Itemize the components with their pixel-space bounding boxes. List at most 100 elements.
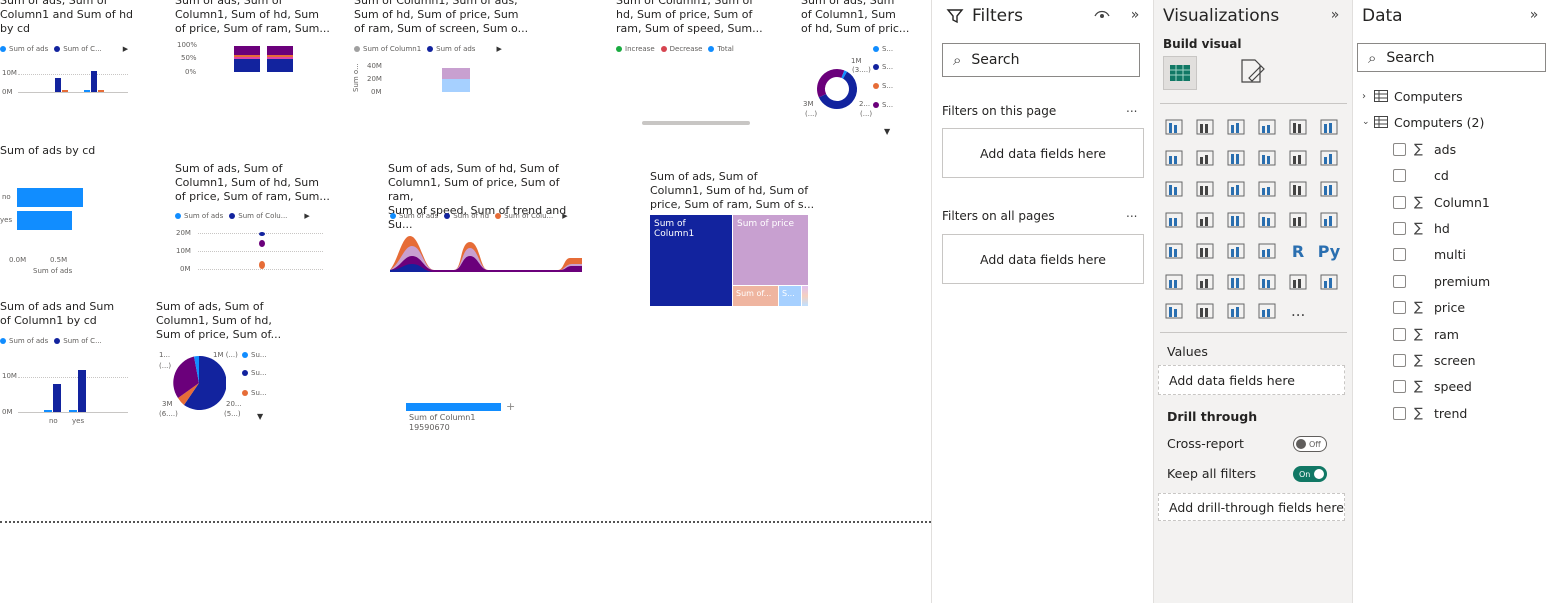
field-ads[interactable]: ∑ ads <box>1393 139 1456 159</box>
100-percent-column-chart-icon[interactable] <box>1318 116 1340 138</box>
bar[interactable] <box>442 79 470 92</box>
field-ram[interactable]: ∑ ram <box>1393 324 1459 344</box>
field-checkbox[interactable] <box>1393 195 1406 209</box>
table-computers[interactable]: › Computers <box>1362 86 1463 106</box>
field-trend[interactable]: ∑ trend <box>1393 403 1467 423</box>
keep-all-filters-toggle[interactable]: On <box>1293 466 1327 482</box>
funnel-chart-icon[interactable] <box>1194 178 1216 200</box>
bar[interactable] <box>17 188 83 207</box>
values-dropzone[interactable]: Add data fields here <box>1158 365 1345 395</box>
more-options-icon[interactable]: ... <box>1126 206 1137 220</box>
data-point[interactable] <box>259 232 265 236</box>
clustered-column-chart-icon[interactable] <box>1256 116 1278 138</box>
treemap-tile[interactable]: Sum of price <box>733 215 808 285</box>
ribbon-chart-icon[interactable] <box>1318 147 1340 169</box>
field-column1[interactable]: ∑ Column1 <box>1393 192 1490 212</box>
field-checkbox[interactable] <box>1393 247 1406 261</box>
line-column-chart-icon[interactable] <box>1256 147 1278 169</box>
multi-row-card-icon[interactable] <box>1318 209 1340 231</box>
bar[interactable] <box>53 384 61 412</box>
more-options-icon[interactable]: ... <box>1126 101 1137 115</box>
collapse-visualizations-icon[interactable]: » <box>1326 6 1344 24</box>
chevron-visual-icon[interactable] <box>1256 300 1278 322</box>
bar[interactable] <box>91 71 97 92</box>
field-checkbox[interactable] <box>1393 327 1406 341</box>
python-visual-icon[interactable]: Py <box>1318 240 1340 262</box>
field-checkbox[interactable] <box>1393 406 1406 420</box>
collapse-chevron-icon[interactable]: ⌄ <box>1362 117 1374 127</box>
expand-icon[interactable]: + <box>506 400 515 413</box>
horizontal-scrollbar[interactable] <box>642 121 750 125</box>
filled-map-icon[interactable] <box>1194 209 1216 231</box>
donut-chart-icon[interactable] <box>1287 178 1309 200</box>
field-hd[interactable]: ∑ hd <box>1393 218 1450 238</box>
map-icon[interactable] <box>1163 209 1185 231</box>
matrix-icon[interactable] <box>1256 240 1278 262</box>
data-search-input[interactable]: ⌕ Search <box>1357 43 1546 72</box>
stacked-bar[interactable] <box>234 46 260 72</box>
funnel-bar[interactable] <box>406 403 501 411</box>
diamond-visual-icon[interactable] <box>1225 300 1247 322</box>
100-percent-bar-chart-icon[interactable] <box>1287 116 1309 138</box>
drill-through-dropzone[interactable]: Add drill-through fields here <box>1158 493 1345 521</box>
area-chart-icon[interactable] <box>1194 147 1216 169</box>
field-checkbox[interactable] <box>1393 379 1406 393</box>
table-icon[interactable] <box>1225 240 1247 262</box>
field-checkbox[interactable] <box>1393 168 1406 182</box>
power-automate-icon[interactable] <box>1194 300 1216 322</box>
smart-narrative-icon[interactable] <box>1256 271 1278 293</box>
treemap-tile[interactable] <box>802 286 808 306</box>
kpi-icon[interactable] <box>1163 240 1185 262</box>
all-pages-filters-dropzone[interactable]: Add data fields here <box>942 234 1144 284</box>
line-clustered-column-chart-icon[interactable] <box>1287 147 1309 169</box>
format-visual-icon[interactable] <box>1237 56 1267 86</box>
data-point[interactable] <box>259 240 265 247</box>
bar[interactable] <box>55 78 61 92</box>
field-screen[interactable]: ∑ screen <box>1393 350 1476 370</box>
collapse-filters-icon[interactable]: » <box>1126 6 1144 24</box>
card-icon[interactable] <box>1287 209 1309 231</box>
filters-search-input[interactable]: ⌕ Search <box>942 43 1140 77</box>
treemap-tile[interactable]: S... <box>779 286 801 306</box>
treemap-tile[interactable]: Sum of... <box>733 286 778 306</box>
field-checkbox[interactable] <box>1393 221 1406 235</box>
line-chart-icon[interactable] <box>1163 147 1185 169</box>
field-checkbox[interactable] <box>1393 142 1406 156</box>
gauge-icon[interactable] <box>1256 209 1278 231</box>
build-visual-tab[interactable] <box>1163 56 1197 90</box>
pie-chart-icon[interactable] <box>1256 178 1278 200</box>
stacked-bar[interactable] <box>267 46 293 72</box>
field-checkbox[interactable] <box>1393 353 1406 367</box>
more-visuals-icon[interactable]: ... <box>1291 302 1305 320</box>
scatter-chart-icon[interactable] <box>1225 178 1247 200</box>
slicer-icon[interactable] <box>1194 240 1216 262</box>
data-point[interactable] <box>259 261 265 269</box>
table-computers-2[interactable]: ⌄ Computers (2) <box>1362 112 1484 132</box>
eye-icon[interactable] <box>1094 9 1110 21</box>
treemap-icon[interactable] <box>1318 178 1340 200</box>
qa-visual-icon[interactable] <box>1225 271 1247 293</box>
key-influencers-icon[interactable] <box>1163 271 1185 293</box>
legend-next-icon[interactable]: ▶ <box>304 212 309 220</box>
stacked-column-chart-icon[interactable] <box>1194 116 1216 138</box>
decomposition-tree-icon[interactable] <box>1194 271 1216 293</box>
stacked-bar-chart-icon[interactable] <box>1163 116 1185 138</box>
field-premium[interactable]: premium <box>1393 271 1490 291</box>
pie-chart[interactable] <box>172 356 226 410</box>
clustered-bar-chart-icon[interactable] <box>1225 116 1247 138</box>
legend-next-icon[interactable]: ▶ <box>123 45 128 53</box>
paginated-report-icon[interactable] <box>1318 271 1340 293</box>
field-speed[interactable]: ∑ speed <box>1393 376 1472 396</box>
legend-scroll-down-icon[interactable]: ▼ <box>257 412 263 421</box>
stacked-area-chart-icon[interactable] <box>1225 147 1247 169</box>
legend-next-icon[interactable]: ▶ <box>562 212 567 220</box>
waterfall-chart-icon[interactable] <box>1163 178 1185 200</box>
bar[interactable] <box>442 68 470 79</box>
azure-map-icon[interactable] <box>1225 209 1247 231</box>
area-chart[interactable] <box>388 230 584 274</box>
r-visual-icon[interactable]: R <box>1287 240 1309 262</box>
metrics-icon[interactable] <box>1287 271 1309 293</box>
bar[interactable] <box>17 211 72 230</box>
power-apps-icon[interactable] <box>1163 300 1185 322</box>
legend-next-icon[interactable]: ▶ <box>496 45 501 53</box>
